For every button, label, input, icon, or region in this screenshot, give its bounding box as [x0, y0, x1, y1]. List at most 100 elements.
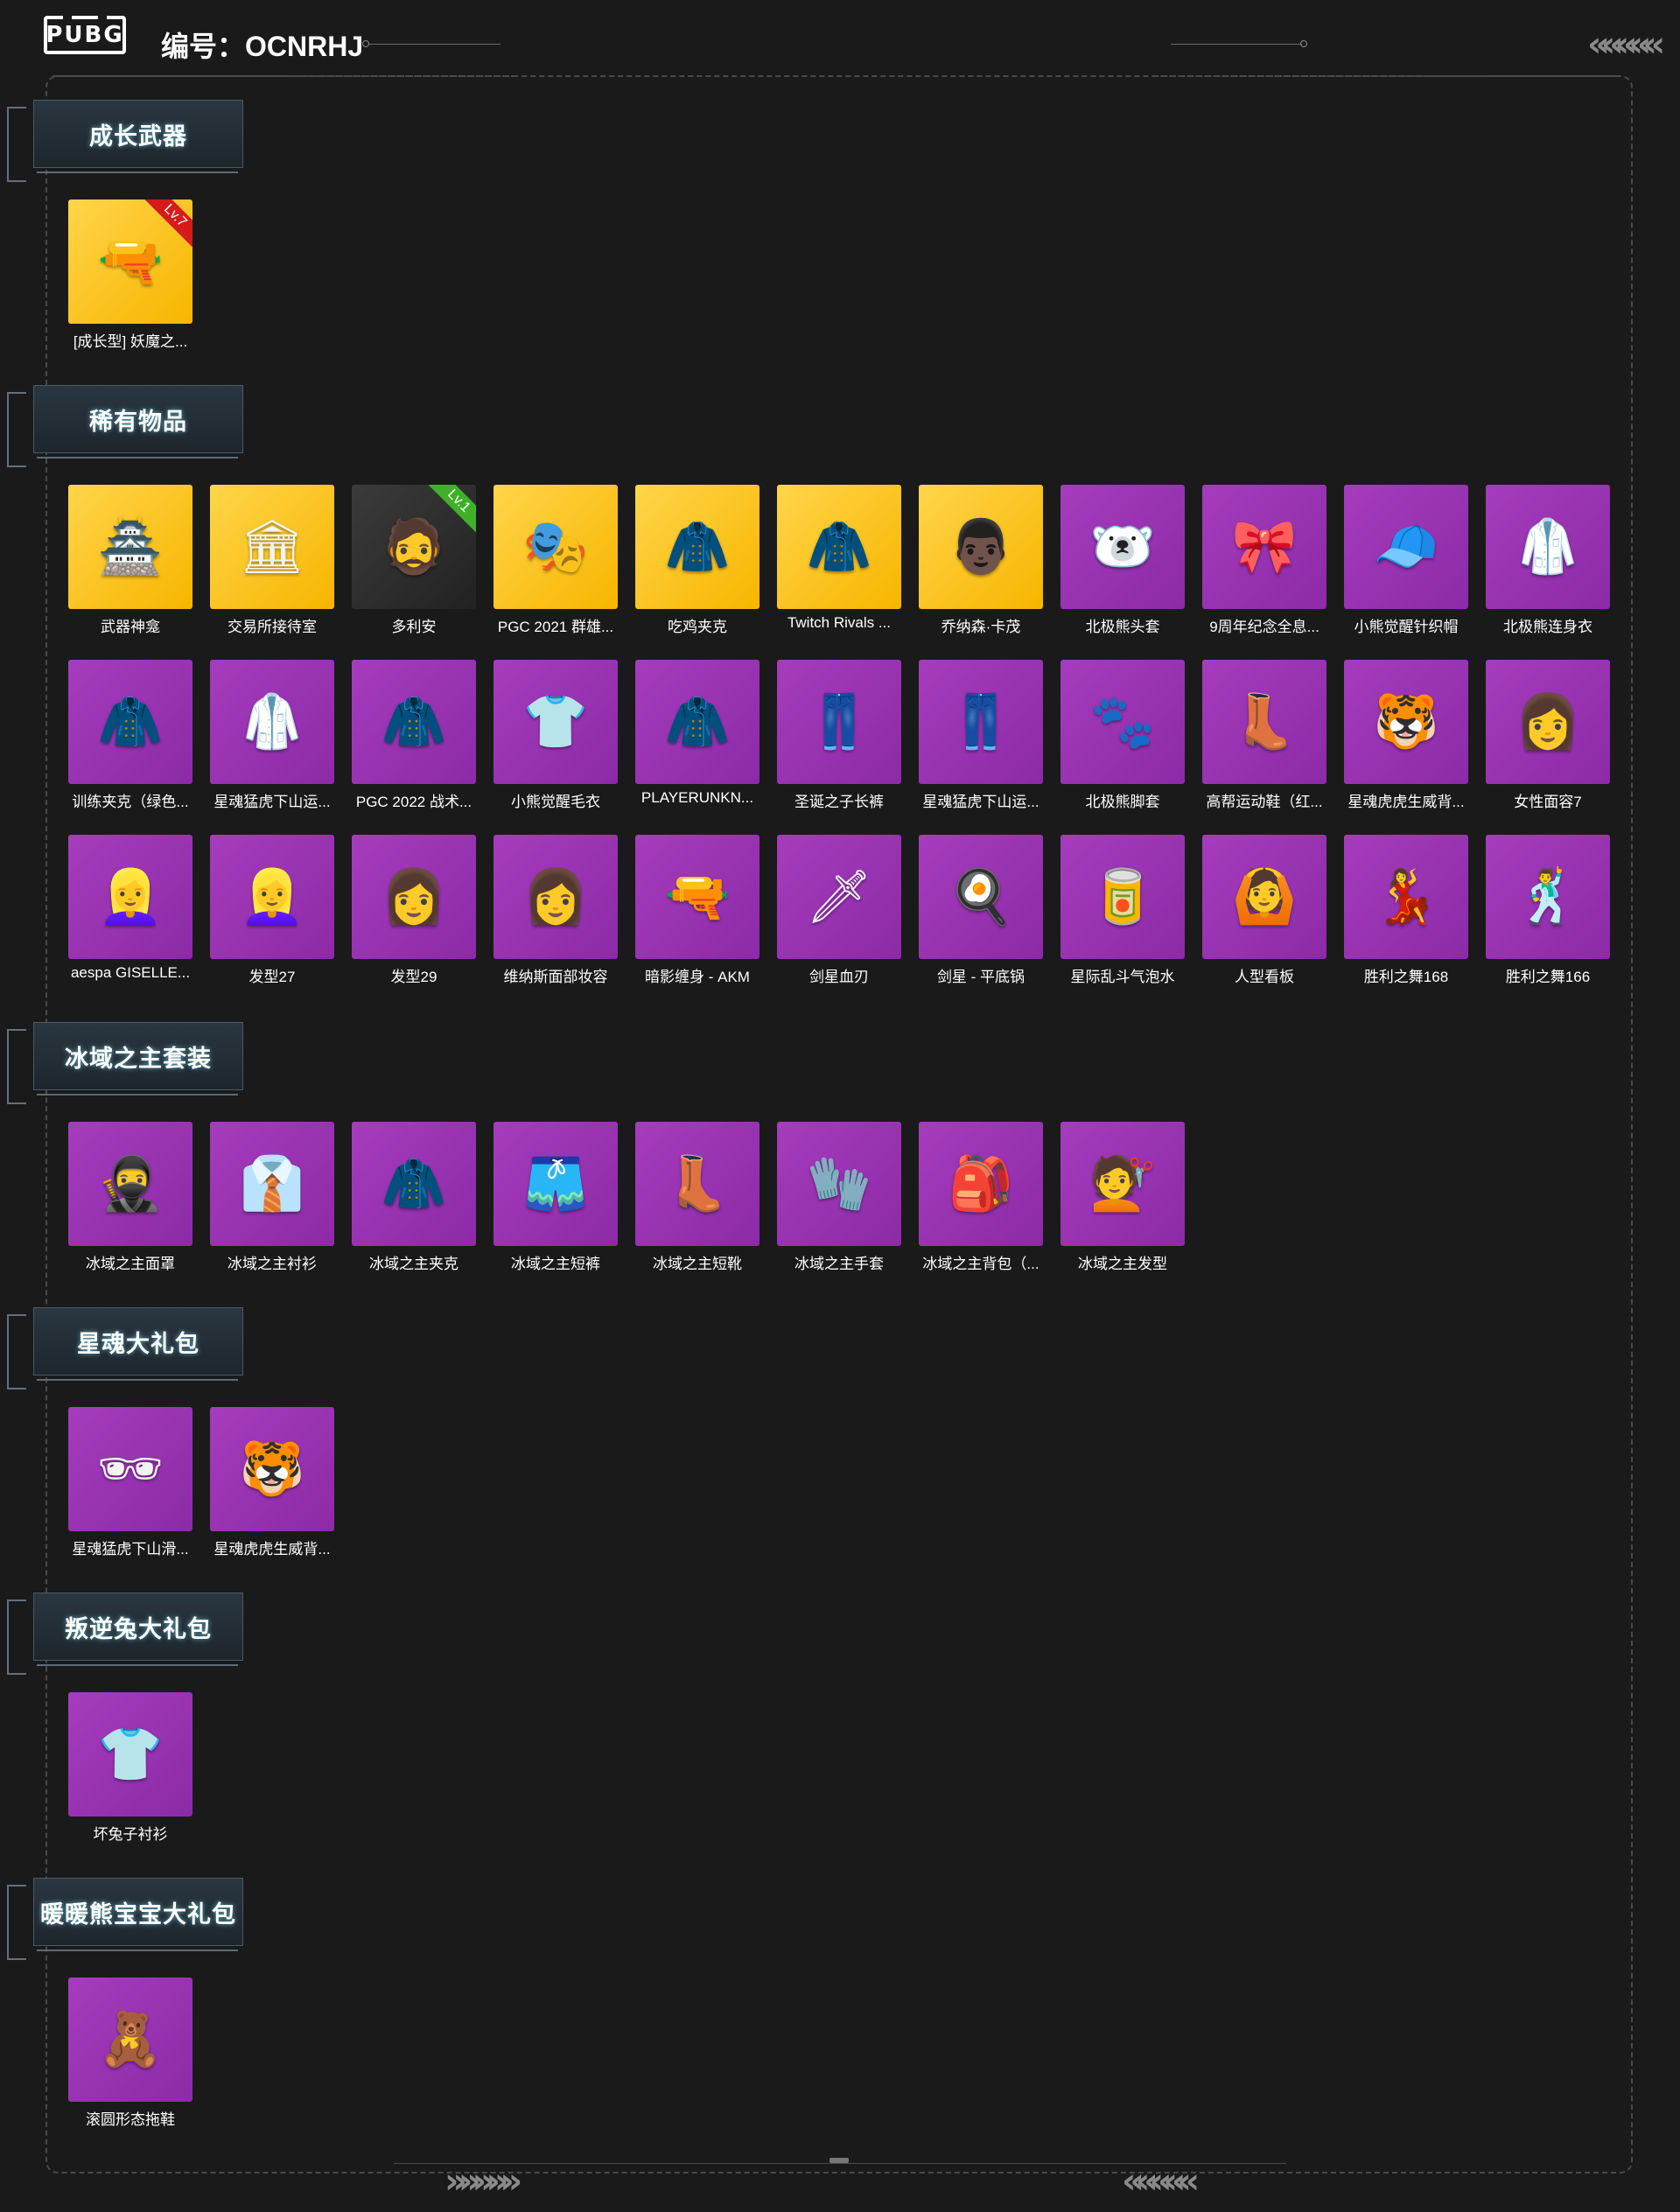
- item-card[interactable]: 🥷 冰域之主面罩: [68, 1122, 192, 1272]
- item-name: 9周年纪念全息...: [1209, 619, 1320, 635]
- item-thumbnail: 🎒: [919, 1122, 1043, 1246]
- item-card[interactable]: 🗡 剑星血刃: [777, 835, 901, 985]
- item-card[interactable]: 🎭 PGC 2021 群雄...: [494, 485, 618, 635]
- item-thumbnail: 🗡: [777, 835, 901, 959]
- item-name: 多利安: [391, 619, 437, 635]
- item-card[interactable]: 🧥 冰域之主夹克: [352, 1122, 476, 1272]
- item-card[interactable]: 🎒 冰域之主背包（...: [919, 1122, 1043, 1272]
- item-card[interactable]: 💃 胜利之舞168: [1344, 835, 1468, 985]
- item-card[interactable]: 🐯 星魂虎虎生威背...: [1344, 660, 1468, 810]
- item-thumbnail: 🧥: [635, 485, 760, 609]
- item-icon: 👖: [806, 691, 872, 752]
- item-icon: 👢: [664, 1153, 731, 1214]
- item-card[interactable]: 🩳 冰域之主短裤: [494, 1122, 618, 1272]
- item-name: 人型看板: [1235, 969, 1294, 985]
- item-name: 坏兔子衬衫: [93, 1826, 168, 1843]
- item-card[interactable]: 🔫 暗影缠身 - AKM: [635, 835, 760, 985]
- item-card[interactable]: 👩 发型29: [352, 835, 476, 985]
- item-card[interactable]: 🔫 Lv.7 [成长型] 妖魔之...: [68, 200, 192, 350]
- section-header-bracket: [7, 1314, 26, 1390]
- item-card[interactable]: 🧥 Twitch Rivals ...: [777, 485, 901, 634]
- item-card[interactable]: 👱‍♀️ aespa GISELLE...: [68, 835, 192, 984]
- item-card[interactable]: 🧤 冰域之主手套: [777, 1122, 901, 1272]
- item-thumbnail: 🩳: [494, 1122, 618, 1246]
- header-line-dot: [362, 40, 369, 47]
- item-card[interactable]: 👢 冰域之主短靴: [635, 1122, 760, 1272]
- section-header: 稀有物品: [7, 373, 261, 471]
- item-name: 冰域之主发型: [1078, 1256, 1167, 1272]
- item-name: 冰域之主背包（...: [922, 1256, 1040, 1272]
- item-card[interactable]: 🏯 武器神龛: [68, 485, 192, 635]
- item-card[interactable]: 🕺 胜利之舞166: [1486, 835, 1610, 985]
- item-card[interactable]: 👩 维纳斯面部妆容: [494, 835, 618, 985]
- item-card[interactable]: 🥼 北极熊连身衣: [1486, 485, 1610, 635]
- item-card[interactable]: 🙆 人型看板: [1202, 835, 1326, 985]
- item-name: 胜利之舞166: [1505, 969, 1591, 985]
- item-card[interactable]: 🍳 剑星 - 平底锅: [919, 835, 1043, 985]
- item-card[interactable]: 🧥 吃鸡夹克: [635, 485, 760, 635]
- item-card[interactable]: 👢 高帮运动鞋（红...: [1202, 660, 1326, 810]
- item-icon: 🍳: [948, 866, 1014, 928]
- item-card[interactable]: 👕 小熊觉醒毛衣: [494, 660, 618, 810]
- item-name: 小熊觉醒毛衣: [511, 794, 600, 810]
- item-card[interactable]: 🥫 星际乱斗气泡水: [1060, 835, 1185, 985]
- item-card[interactable]: 👩 女性面容7: [1486, 660, 1610, 810]
- item-name: 冰域之主手套: [794, 1256, 884, 1272]
- item-thumbnail: 🐯: [1344, 660, 1468, 784]
- item-card[interactable]: 🐾 北极熊脚套: [1060, 660, 1185, 810]
- section-header-underline: [37, 1664, 238, 1666]
- item-thumbnail: 🧥: [352, 660, 476, 784]
- item-card[interactable]: 🕶 星魂猛虎下山滑...: [68, 1407, 192, 1558]
- item-thumbnail: 🏯: [68, 485, 192, 609]
- item-name: Twitch Rivals ...: [787, 614, 892, 631]
- section-header: 星魂大礼包: [7, 1295, 261, 1393]
- item-card[interactable]: 🥼 星魂猛虎下山运...: [210, 660, 334, 810]
- item-card[interactable]: 🧸 滚圆形态拖鞋: [68, 1978, 192, 2128]
- item-card[interactable]: 🧥 PGC 2022 战术...: [352, 660, 476, 810]
- item-thumbnail: 🥼: [1486, 485, 1610, 609]
- item-name: 剑星血刃: [809, 969, 869, 985]
- item-thumbnail: 💇: [1060, 1122, 1185, 1246]
- item-card[interactable]: 👕 坏兔子衬衫: [68, 1692, 192, 1843]
- section-header: 冰域之主套装: [7, 1010, 261, 1108]
- item-card[interactable]: 🐯 星魂虎虎生威背...: [210, 1407, 334, 1558]
- header: PUBG 编号：OCNRHJ «««««: [0, 0, 1680, 88]
- section-title: 暖暖熊宝宝大礼包: [40, 1900, 236, 1928]
- item-name: 维纳斯面部妆容: [503, 969, 608, 985]
- item-card[interactable]: 👨🏿 乔纳森·卡茂: [919, 485, 1043, 635]
- item-card[interactable]: 👱‍♀️ 发型27: [210, 835, 334, 985]
- item-icon: 🗡: [805, 866, 873, 928]
- item-card[interactable]: 👖 星魂猛虎下山运...: [919, 660, 1043, 810]
- item-name: 冰域之主面罩: [86, 1256, 175, 1272]
- item-card[interactable]: 🧥 训练夹克（绿色...: [68, 660, 192, 810]
- item-thumbnail: 🧥: [352, 1122, 476, 1246]
- item-card[interactable]: 🐻‍❄️ 北极熊头套: [1060, 485, 1185, 635]
- item-name: 北极熊脚套: [1085, 794, 1160, 810]
- header-right-line: [1171, 44, 1302, 45]
- item-card[interactable]: 🏛 交易所接待室: [210, 485, 334, 635]
- header-left-line: [369, 44, 500, 45]
- item-name: 星魂猛虎下山运...: [922, 794, 1040, 810]
- section-title: 星魂大礼包: [77, 1330, 200, 1357]
- item-name: 星魂猛虎下山滑...: [72, 1541, 189, 1558]
- item-thumbnail: 🕺: [1486, 835, 1610, 959]
- item-card[interactable]: 💇 冰域之主发型: [1060, 1122, 1185, 1272]
- item-card[interactable]: 🧔 Lv.1 多利安: [352, 485, 476, 635]
- item-card[interactable]: 👖 圣诞之子长裤: [777, 660, 901, 810]
- section-header: 叛逆兔大礼包: [7, 1580, 261, 1678]
- item-thumbnail: 👕: [494, 660, 618, 784]
- section-header-underline: [37, 457, 238, 458]
- item-card[interactable]: 👔 冰域之主衬衫: [210, 1122, 334, 1272]
- item-icon: 🧥: [806, 516, 872, 578]
- item-icon: 🥼: [1515, 516, 1581, 578]
- item-name: 女性面容7: [1514, 794, 1582, 810]
- item-card[interactable]: 🧢 小熊觉醒针织帽: [1344, 485, 1468, 635]
- item-name: 交易所接待室: [228, 619, 317, 635]
- item-icon: 🧥: [381, 691, 447, 752]
- item-thumbnail: 👕: [68, 1692, 192, 1816]
- footer-left-chevrons-icon: »»»»»: [444, 2161, 522, 2202]
- item-card[interactable]: 🎀 9周年纪念全息...: [1202, 485, 1326, 635]
- item-card[interactable]: 🧥 PLAYERUNKN...: [635, 660, 760, 808]
- item-thumbnail: 🍳: [919, 835, 1043, 959]
- section-header-underline: [37, 1950, 238, 1951]
